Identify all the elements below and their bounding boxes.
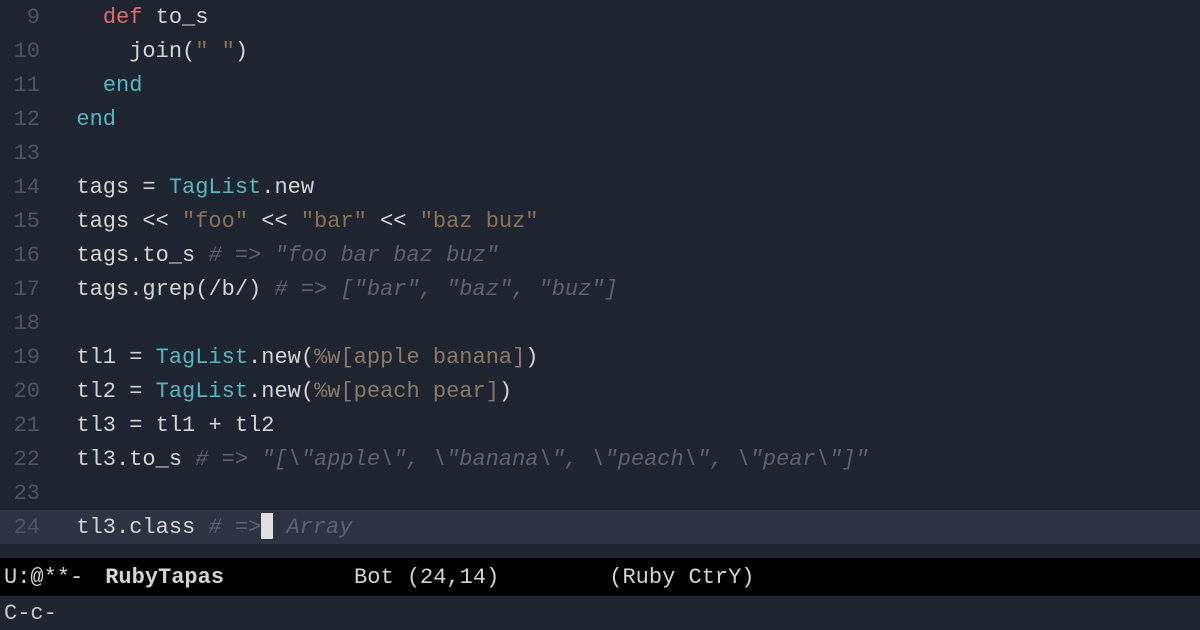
line-number: 12: [0, 107, 46, 132]
code-line[interactable]: 15 tags << "foo" << "bar" << "baz buz": [0, 204, 1200, 238]
minibuffer[interactable]: C-c-: [0, 596, 1200, 630]
code-line[interactable]: 20 tl2 = TagList.new(%w[peach pear]): [0, 374, 1200, 408]
modeline: U:@**- RubyTapas Bot (24,14) (Ruby CtrY): [0, 558, 1200, 596]
modeline-position: Bot (24,14): [354, 565, 499, 590]
line-number: 13: [0, 141, 46, 166]
line-number: 23: [0, 481, 46, 506]
line-number: 20: [0, 379, 46, 404]
code-content[interactable]: tl3 = tl1 + tl2: [46, 413, 274, 438]
code-line[interactable]: 19 tl1 = TagList.new(%w[apple banana]): [0, 340, 1200, 374]
modeline-status: U:@**-: [4, 565, 83, 590]
code-line[interactable]: 11 end: [0, 68, 1200, 102]
code-line[interactable]: 17 tags.grep(/b/) # => ["bar", "baz", "b…: [0, 272, 1200, 306]
code-line[interactable]: 9 def to_s: [0, 0, 1200, 34]
code-content[interactable]: tl3.to_s # => "[\"apple\", \"banana\", \…: [46, 447, 869, 472]
code-content[interactable]: tl1 = TagList.new(%w[apple banana]): [46, 345, 539, 370]
code-content[interactable]: def to_s: [46, 5, 208, 30]
line-number: 17: [0, 277, 46, 302]
code-line[interactable]: 23: [0, 476, 1200, 510]
code-content[interactable]: end: [46, 73, 142, 98]
modeline-mode: (Ruby CtrY): [609, 565, 754, 590]
line-number: 21: [0, 413, 46, 438]
minibuffer-text: C-c-: [4, 601, 57, 626]
code-content[interactable]: tl2 = TagList.new(%w[peach pear]): [46, 379, 512, 404]
line-number: 24: [0, 515, 46, 540]
code-line[interactable]: 13: [0, 136, 1200, 170]
code-line[interactable]: 22 tl3.to_s # => "[\"apple\", \"banana\"…: [0, 442, 1200, 476]
code-line-current[interactable]: 24 tl3.class # => Array: [0, 510, 1200, 544]
code-line[interactable]: 16 tags.to_s # => "foo bar baz buz": [0, 238, 1200, 272]
line-number: 16: [0, 243, 46, 268]
line-number: 11: [0, 73, 46, 98]
code-content[interactable]: tags.to_s # => "foo bar baz buz": [46, 243, 499, 268]
code-content[interactable]: tags = TagList.new: [46, 175, 314, 200]
line-number: 22: [0, 447, 46, 472]
line-number: 19: [0, 345, 46, 370]
line-number: 18: [0, 311, 46, 336]
code-line[interactable]: 14 tags = TagList.new: [0, 170, 1200, 204]
code-content[interactable]: tags << "foo" << "bar" << "baz buz": [46, 209, 539, 234]
code-content[interactable]: end: [46, 107, 116, 132]
line-number: 14: [0, 175, 46, 200]
code-line[interactable]: 18: [0, 306, 1200, 340]
modeline-buffer-name: RubyTapas: [105, 565, 224, 590]
code-line[interactable]: 12 end: [0, 102, 1200, 136]
line-number: 9: [0, 5, 46, 30]
code-editor[interactable]: 9 def to_s 10 join(" ") 11 end 12 end 13…: [0, 0, 1200, 558]
code-line[interactable]: 10 join(" "): [0, 34, 1200, 68]
text-cursor: [261, 513, 273, 539]
code-line[interactable]: 21 tl3 = tl1 + tl2: [0, 408, 1200, 442]
line-number: 10: [0, 39, 46, 64]
code-content[interactable]: join(" "): [46, 39, 248, 64]
line-number: 15: [0, 209, 46, 234]
code-content[interactable]: tl3.class # => Array: [46, 513, 352, 541]
code-content[interactable]: tags.grep(/b/) # => ["bar", "baz", "buz"…: [46, 277, 618, 302]
